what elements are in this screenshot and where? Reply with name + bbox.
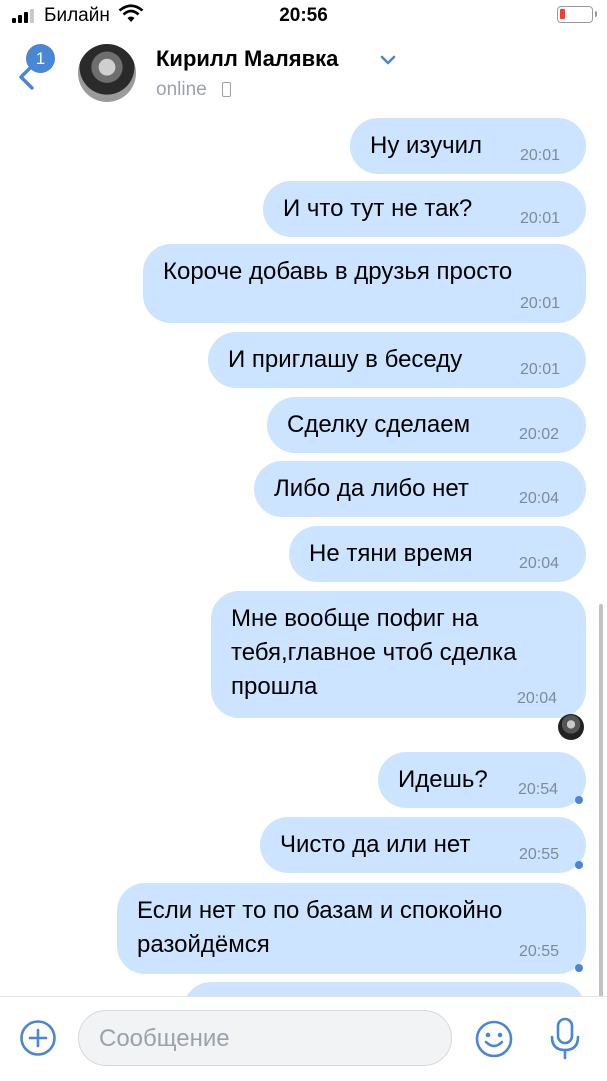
message-time: 20:01 [520,147,561,164]
message-time: 20:02 [519,426,560,443]
battery-icon [557,6,597,23]
message-text: Идешь? [398,766,488,793]
message-time: 20:54 [518,781,559,798]
message-bubble[interactable]: Либо да либо нет 20:04 [254,461,586,517]
avatar[interactable] [78,44,136,102]
message-time: 20:55 [519,943,560,960]
contact-name[interactable]: Кирилл Малявка [156,46,338,72]
message-field[interactable] [78,1010,452,1067]
message-text: И что тут не так? [283,195,473,222]
message-input[interactable] [97,1011,441,1067]
message-text: Либо да либо нет [274,475,469,502]
message-time: 20:55 [519,846,560,863]
chevron-down-icon[interactable] [379,54,397,66]
microphone-icon[interactable] [549,1017,581,1061]
message-bubble[interactable]: И приглашу в беседу 20:01 [208,332,586,388]
message-text: Ну изучил [370,132,483,159]
message-bubble[interactable]: Ну изучил 20:01 [350,118,586,174]
message-time: 20:01 [520,295,561,312]
emoji-icon[interactable] [474,1019,514,1059]
unread-indicator [575,964,583,972]
composer-bar [0,996,607,1081]
message-bubble[interactable]: Короче добавь в друзья просто 20:01 [143,244,586,323]
scrollbar[interactable] [599,604,603,996]
status-bar: Билайн 20:56 [0,0,607,34]
message-bubble[interactable]: Не тяни время 20:04 [289,526,586,582]
unread-indicator [575,796,583,804]
message-bubble[interactable]: Мне вообще пофиг на тебя,главное чтоб сд… [211,591,586,718]
chat-header: 1 Кирилл Малявка online [0,34,607,114]
message-text: Сделку сделаем [287,411,471,438]
read-receipt-avatar [558,714,584,740]
message-time: 20:01 [520,210,561,227]
message-time: 20:04 [517,690,558,707]
message-text: Мне вообще пофиг на тебя,главное чтоб сд… [231,605,517,700]
message-list[interactable]: Ну изучил 20:01 И что тут не так? 20:01 … [0,114,607,996]
message-time: 20:01 [520,361,561,378]
message-text: И приглашу в беседу [228,346,463,373]
message-bubble-partial[interactable] [183,982,586,996]
message-bubble[interactable]: Если нет то по базам и спокойно разойдём… [117,883,586,974]
clock: 20:56 [279,5,328,26]
attach-plus-icon[interactable] [19,1019,57,1057]
message-text: Чисто да или нет [280,831,471,858]
message-text: Не тяни время [309,540,473,567]
unread-indicator [575,861,583,869]
mobile-phone-icon [222,82,231,97]
message-time: 20:04 [519,490,560,507]
message-text: Короче добавь в друзья просто [163,258,513,285]
message-bubble[interactable]: Сделку сделаем 20:02 [267,397,586,453]
message-bubble[interactable]: Чисто да или нет 20:55 [260,817,586,873]
message-time: 20:04 [519,555,560,572]
message-bubble[interactable]: Идешь? 20:54 [378,752,586,808]
unread-badge: 1 [26,44,55,73]
message-bubble[interactable]: И что тут не так? 20:01 [263,181,586,237]
presence-status: online [156,79,207,100]
message-text: Если нет то по базам и спокойно разойдём… [137,897,503,958]
